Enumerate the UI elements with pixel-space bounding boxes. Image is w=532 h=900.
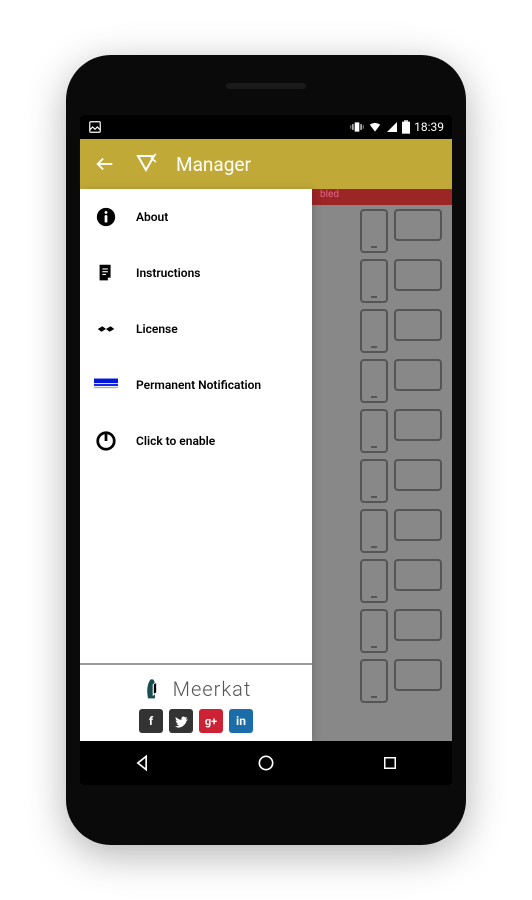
battery-icon xyxy=(402,120,410,134)
app-title: Manager xyxy=(176,153,251,176)
twitter-icon[interactable] xyxy=(169,709,193,733)
back-button[interactable] xyxy=(94,153,116,175)
phone-frame: 18:39 Manager bled xyxy=(66,55,466,845)
drawer-item-label: Click to enable xyxy=(136,434,215,448)
meerkat-logo-icon xyxy=(141,675,169,703)
notification-bar-icon xyxy=(94,373,118,397)
brand-row: Meerkat xyxy=(80,675,312,703)
drawer-item-license[interactable]: License xyxy=(80,301,312,357)
status-right: 18:39 xyxy=(350,120,444,134)
brand-name: Meerkat xyxy=(173,677,252,701)
content-area: bled xyxy=(80,189,452,741)
drawer-item-about[interactable]: About xyxy=(80,189,312,245)
info-icon xyxy=(94,205,118,229)
nav-back-button[interactable] xyxy=(107,741,177,785)
google-plus-icon[interactable]: g+ xyxy=(199,709,223,733)
app-bar: Manager xyxy=(80,139,452,189)
drawer-item-permanent-notification[interactable]: Permanent Notification xyxy=(80,357,312,413)
status-time: 18:39 xyxy=(414,120,444,134)
power-icon xyxy=(94,429,118,453)
nav-home-button[interactable] xyxy=(231,741,301,785)
license-icon xyxy=(94,317,118,341)
vibrate-icon xyxy=(350,120,364,134)
navigation-drawer: About Instructions License xyxy=(80,189,312,741)
drawer-item-label: Permanent Notification xyxy=(136,378,261,392)
nav-recent-button[interactable] xyxy=(355,741,425,785)
social-row: f g+ in xyxy=(80,709,312,733)
instructions-icon xyxy=(94,261,118,285)
wifi-icon xyxy=(368,120,382,134)
facebook-icon[interactable]: f xyxy=(139,709,163,733)
linkedin-icon[interactable]: in xyxy=(229,709,253,733)
drawer-item-label: Instructions xyxy=(136,266,200,280)
drawer-item-label: About xyxy=(136,210,168,224)
drawer-item-instructions[interactable]: Instructions xyxy=(80,245,312,301)
image-icon xyxy=(88,120,102,134)
bg-device-grid xyxy=(332,209,442,703)
drawer-item-label: License xyxy=(136,322,178,336)
drawer-item-enable[interactable]: Click to enable xyxy=(80,413,312,469)
drawer-list: About Instructions License xyxy=(80,189,312,663)
signal-icon xyxy=(386,121,398,133)
screen: 18:39 Manager bled xyxy=(80,115,452,785)
status-bar: 18:39 xyxy=(80,115,452,139)
app-logo-icon xyxy=(134,152,158,176)
system-nav-bar xyxy=(80,741,452,785)
drawer-footer: Meerkat f g+ in xyxy=(80,663,312,741)
status-left xyxy=(88,120,102,134)
phone-speaker xyxy=(226,83,306,89)
